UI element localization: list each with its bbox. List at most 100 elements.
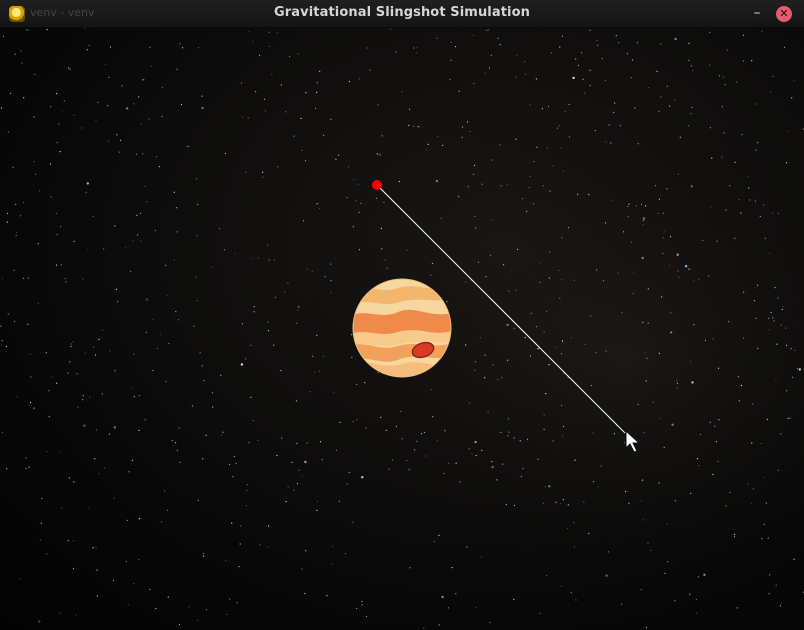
star bbox=[273, 259, 275, 261]
star bbox=[315, 107, 317, 109]
star bbox=[284, 291, 286, 293]
star bbox=[120, 139, 122, 141]
star bbox=[37, 243, 39, 245]
star bbox=[590, 315, 592, 317]
star bbox=[448, 463, 450, 465]
star bbox=[26, 29, 28, 31]
star bbox=[131, 459, 133, 461]
star bbox=[679, 136, 681, 138]
star bbox=[188, 606, 190, 608]
star bbox=[318, 207, 321, 210]
star bbox=[82, 278, 84, 280]
star bbox=[647, 542, 649, 544]
star bbox=[202, 555, 205, 557]
title-bar[interactable]: venv - venv Gravitational Slingshot Simu… bbox=[0, 0, 804, 28]
star bbox=[7, 131, 10, 133]
star bbox=[1, 278, 3, 280]
star bbox=[544, 486, 547, 488]
star bbox=[274, 296, 276, 298]
star bbox=[173, 259, 175, 261]
star bbox=[469, 130, 471, 133]
star bbox=[179, 43, 181, 45]
star bbox=[95, 429, 98, 431]
star bbox=[138, 394, 140, 397]
star bbox=[628, 502, 630, 504]
star bbox=[138, 429, 140, 432]
star bbox=[607, 551, 610, 553]
star bbox=[592, 432, 594, 434]
star bbox=[268, 45, 271, 47]
star bbox=[5, 345, 7, 348]
star bbox=[561, 585, 563, 588]
star bbox=[420, 433, 423, 435]
star bbox=[339, 421, 341, 423]
star bbox=[14, 320, 16, 322]
star bbox=[280, 369, 282, 372]
star bbox=[338, 500, 340, 502]
star bbox=[381, 135, 383, 137]
star bbox=[133, 396, 135, 398]
star bbox=[515, 76, 517, 78]
star bbox=[93, 346, 95, 348]
star bbox=[92, 215, 94, 218]
star bbox=[30, 401, 32, 404]
star bbox=[266, 244, 269, 246]
projectile[interactable] bbox=[372, 180, 382, 190]
star bbox=[330, 118, 332, 120]
star bbox=[505, 504, 507, 506]
star bbox=[203, 380, 205, 382]
star bbox=[632, 293, 635, 295]
star bbox=[465, 344, 467, 346]
star bbox=[491, 465, 494, 469]
star bbox=[145, 331, 147, 333]
star bbox=[708, 275, 710, 277]
star bbox=[480, 556, 482, 558]
star bbox=[533, 203, 535, 205]
star bbox=[594, 130, 596, 132]
star bbox=[709, 127, 712, 129]
star bbox=[641, 479, 644, 481]
star bbox=[96, 595, 98, 597]
star bbox=[575, 58, 577, 60]
star bbox=[757, 347, 759, 349]
star bbox=[657, 212, 660, 214]
star bbox=[97, 101, 99, 103]
star bbox=[60, 264, 62, 266]
star bbox=[289, 56, 291, 58]
star bbox=[669, 105, 671, 107]
star bbox=[264, 110, 266, 112]
star bbox=[118, 151, 120, 153]
star bbox=[497, 378, 499, 381]
simulation-canvas[interactable] bbox=[0, 28, 804, 630]
close-button[interactable]: ✕ bbox=[776, 6, 792, 22]
star bbox=[241, 82, 243, 84]
star bbox=[377, 371, 379, 373]
star bbox=[331, 563, 333, 565]
minimize-button[interactable]: – bbox=[748, 5, 766, 23]
star bbox=[761, 538, 763, 540]
star bbox=[478, 261, 480, 263]
star bbox=[15, 235, 17, 237]
star bbox=[369, 69, 371, 71]
star bbox=[152, 318, 154, 320]
star bbox=[319, 70, 321, 72]
star bbox=[138, 96, 140, 98]
star bbox=[757, 142, 759, 144]
star bbox=[1, 340, 3, 342]
star bbox=[159, 333, 161, 335]
star bbox=[740, 212, 742, 214]
star bbox=[425, 149, 427, 151]
star bbox=[548, 364, 550, 366]
star bbox=[88, 44, 90, 46]
star bbox=[484, 72, 486, 74]
star bbox=[642, 321, 644, 323]
star bbox=[56, 382, 58, 384]
star bbox=[490, 54, 492, 56]
star bbox=[646, 357, 648, 359]
star bbox=[139, 212, 142, 214]
star bbox=[763, 476, 765, 478]
star bbox=[769, 91, 772, 93]
star bbox=[516, 55, 518, 57]
star bbox=[55, 264, 58, 266]
star bbox=[792, 376, 794, 378]
